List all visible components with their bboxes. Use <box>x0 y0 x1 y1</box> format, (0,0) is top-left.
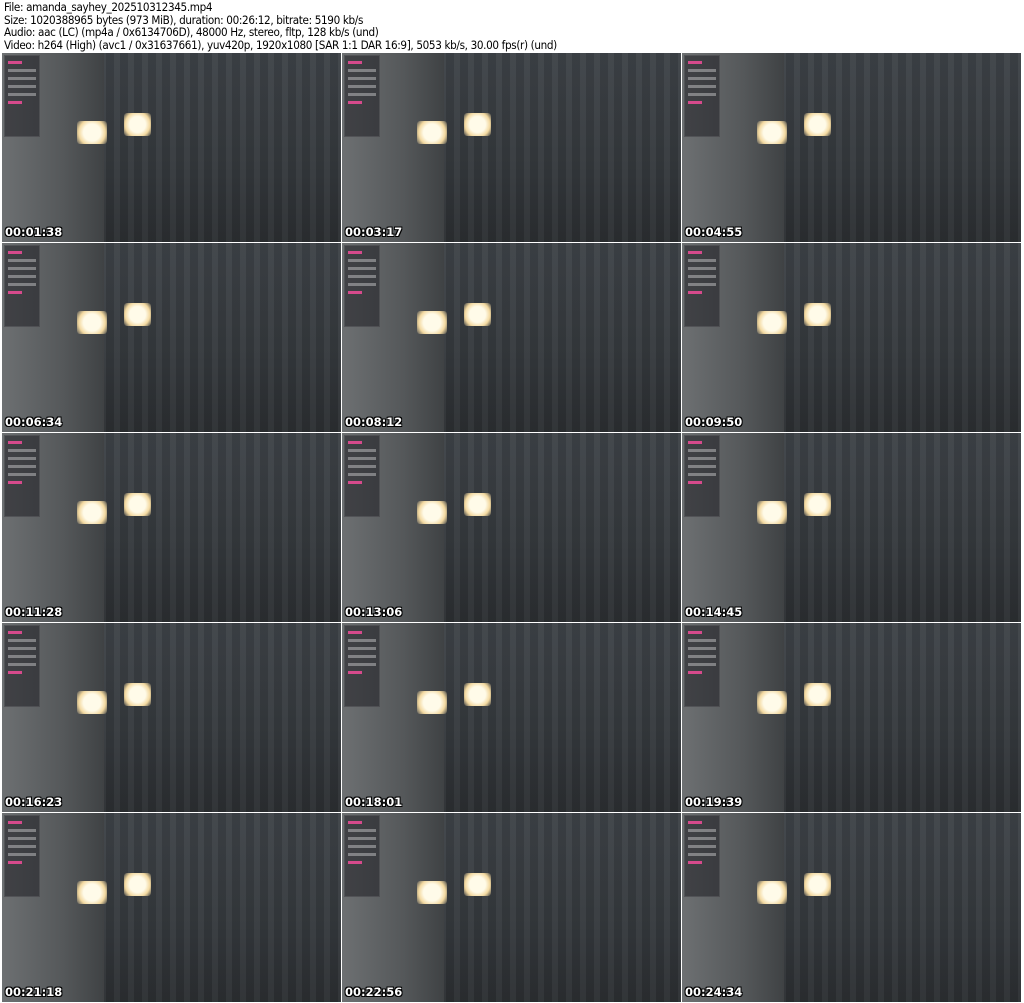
overlay-panel <box>4 435 40 517</box>
studio-light <box>76 121 108 144</box>
file-name: File: amanda_sayhey_202510312345.mp4 <box>4 0 213 14</box>
thumbnail-timestamp: 00:01:38 <box>5 225 63 239</box>
studio-light <box>124 113 152 137</box>
studio-light <box>464 683 492 707</box>
video-thumbnail: 00:22:56 <box>342 813 681 1002</box>
studio-light <box>756 501 788 524</box>
studio-light <box>416 691 448 714</box>
overlay-panel <box>4 625 40 707</box>
video-thumbnail: 00:03:17 <box>342 53 681 242</box>
thumbnail-timestamp: 00:24:34 <box>685 985 743 999</box>
thumbnail-timestamp: 00:21:18 <box>5 985 63 999</box>
video-thumbnail: 00:08:12 <box>342 243 681 432</box>
studio-light <box>124 873 152 897</box>
overlay-panel <box>684 55 720 137</box>
overlay-panel <box>4 55 40 137</box>
thumbnail-timestamp: 00:22:56 <box>345 985 403 999</box>
audio-info: Audio: aac (LC) (mp4a / 0x6134706D), 480… <box>4 25 379 40</box>
thumbnail-timestamp: 00:11:28 <box>5 605 63 619</box>
thumbnail-timestamp: 00:04:55 <box>685 225 743 239</box>
overlay-panel <box>684 245 720 327</box>
studio-light <box>464 303 492 327</box>
video-thumbnail: 00:24:34 <box>682 813 1021 1002</box>
video-thumbnail: 00:16:23 <box>2 623 341 812</box>
file-info-header: File: amanda_sayhey_202510312345.mp4 Siz… <box>4 1 557 51</box>
studio-light <box>804 493 832 517</box>
studio-light <box>804 683 832 707</box>
thumbnail-timestamp: 00:14:45 <box>685 605 743 619</box>
overlay-panel <box>684 435 720 517</box>
thumbnail-grid: 00:01:38 00:03:17 00:04:55 00:06:34 00:08:12… <box>2 53 1023 1002</box>
studio-light <box>804 113 832 137</box>
video-thumbnail: 00:09:50 <box>682 243 1021 432</box>
video-thumbnail: 00:11:28 <box>2 433 341 622</box>
thumbnail-timestamp: 00:08:12 <box>345 415 403 429</box>
thumbnail-timestamp: 00:13:06 <box>345 605 403 619</box>
thumbnail-timestamp: 00:06:34 <box>5 415 63 429</box>
overlay-panel <box>344 435 380 517</box>
studio-light <box>124 303 152 327</box>
studio-light <box>756 881 788 904</box>
thumbnail-timestamp: 00:16:23 <box>5 795 63 809</box>
studio-light <box>464 873 492 897</box>
studio-light <box>416 881 448 904</box>
studio-light <box>76 311 108 334</box>
studio-light <box>76 691 108 714</box>
studio-light <box>416 501 448 524</box>
studio-light <box>804 303 832 327</box>
video-thumbnail: 00:18:01 <box>342 623 681 812</box>
thumbnail-timestamp: 00:09:50 <box>685 415 743 429</box>
video-thumbnail: 00:13:06 <box>342 433 681 622</box>
overlay-panel <box>684 815 720 897</box>
studio-light <box>756 121 788 144</box>
studio-light <box>464 493 492 517</box>
video-thumbnail: 00:19:39 <box>682 623 1021 812</box>
video-thumbnail: 00:06:34 <box>2 243 341 432</box>
video-thumbnail: 00:01:38 <box>2 53 341 242</box>
video-thumbnail: 00:14:45 <box>682 433 1021 622</box>
studio-light <box>416 121 448 144</box>
overlay-panel <box>684 625 720 707</box>
studio-light <box>76 881 108 904</box>
overlay-panel <box>344 55 380 137</box>
overlay-panel <box>4 245 40 327</box>
studio-light <box>804 873 832 897</box>
studio-light <box>756 691 788 714</box>
studio-light <box>76 501 108 524</box>
studio-light <box>124 493 152 517</box>
overlay-panel <box>4 815 40 897</box>
studio-light <box>464 113 492 137</box>
video-info: Video: h264 (High) (avc1 / 0x31637661), … <box>4 37 557 52</box>
thumbnail-timestamp: 00:19:39 <box>685 795 743 809</box>
studio-light <box>756 311 788 334</box>
studio-light <box>416 311 448 334</box>
overlay-panel <box>344 625 380 707</box>
video-thumbnail: 00:21:18 <box>2 813 341 1002</box>
video-thumbnail: 00:04:55 <box>682 53 1021 242</box>
thumbnail-timestamp: 00:18:01 <box>345 795 403 809</box>
thumbnail-timestamp: 00:03:17 <box>345 225 403 239</box>
overlay-panel <box>344 815 380 897</box>
overlay-panel <box>344 245 380 327</box>
studio-light <box>124 683 152 707</box>
